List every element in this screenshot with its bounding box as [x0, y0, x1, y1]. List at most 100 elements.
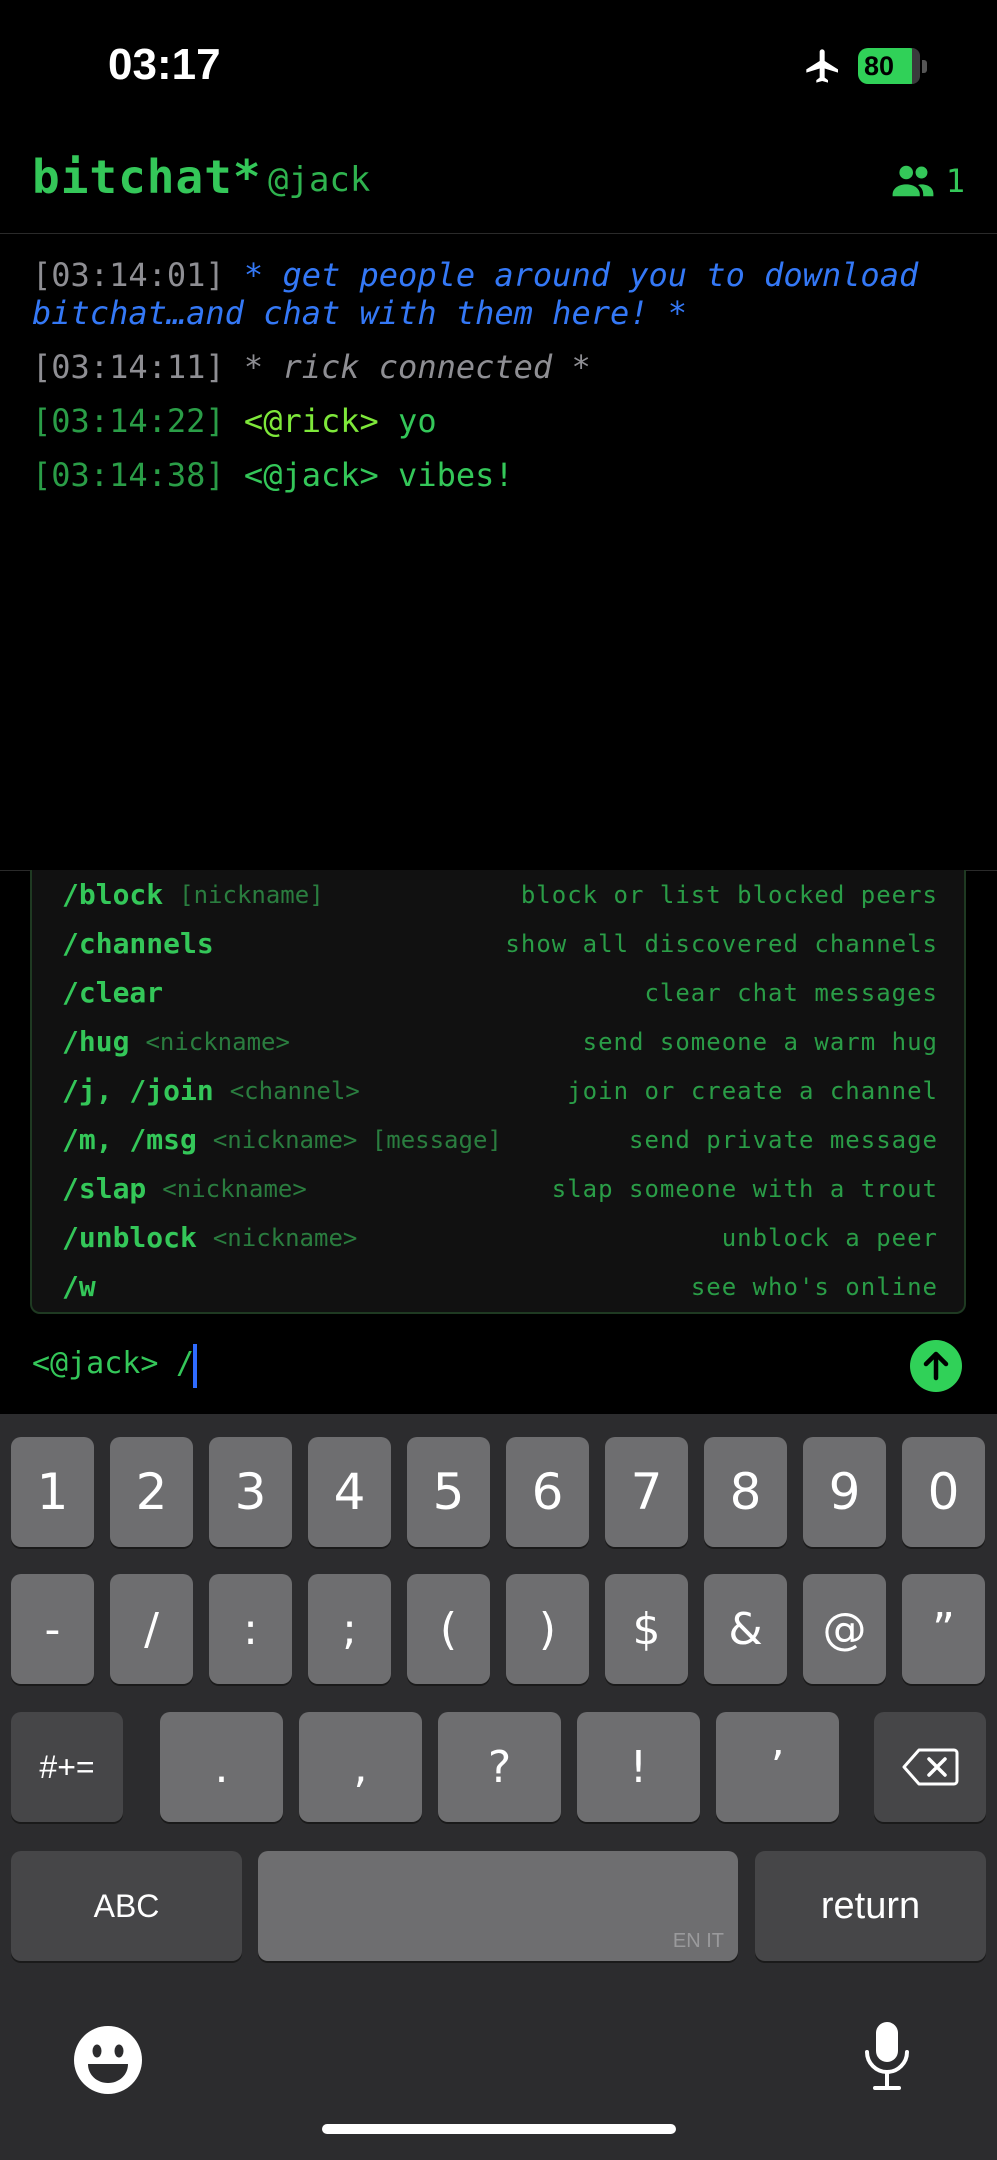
people-icon	[892, 165, 934, 197]
system-message: [03:14:11] * rick connected *	[32, 348, 962, 386]
peer-count: 1	[945, 162, 965, 200]
command-item[interactable]: /slap <nickname> slap someone with a tro…	[62, 1164, 938, 1213]
battery-level: 80	[864, 51, 895, 81]
key-question[interactable]: ?	[438, 1712, 561, 1822]
key-at[interactable]: @	[803, 1574, 886, 1684]
key-comma[interactable]: ,	[299, 1712, 422, 1822]
text-cursor	[193, 1344, 197, 1388]
command-name: /unblock	[62, 1221, 197, 1254]
command-args: <nickname>	[212, 1223, 358, 1252]
message-input[interactable]: /	[176, 1346, 194, 1381]
arrow-up-icon	[923, 1351, 949, 1381]
key-0[interactable]: 0	[902, 1437, 985, 1547]
backspace-icon	[902, 1748, 959, 1786]
key-abc[interactable]: ABC	[11, 1851, 242, 1961]
command-name: /channels	[62, 927, 214, 960]
command-item[interactable]: /hug <nickname> send someone a warm hug	[62, 1017, 938, 1066]
command-args: [nickname]	[179, 880, 324, 909]
key-exclamation[interactable]: !	[577, 1712, 700, 1822]
command-description: block or list blocked peers	[520, 880, 938, 909]
emoji-icon[interactable]	[72, 2024, 144, 2096]
key-5[interactable]: 5	[407, 1437, 490, 1547]
message-text: yo	[398, 402, 437, 440]
key-3[interactable]: 3	[209, 1437, 292, 1547]
command-item[interactable]: /m, /msg <nickname> [message] send priva…	[62, 1115, 938, 1164]
key-semicolon[interactable]: ;	[308, 1574, 391, 1684]
send-button[interactable]	[910, 1340, 962, 1392]
key-open-paren[interactable]: (	[407, 1574, 490, 1684]
command-item[interactable]: /block [nickname] block or list blocked …	[62, 870, 938, 919]
status-time: 03:17	[108, 40, 221, 89]
key-apostrophe[interactable]: ’	[716, 1712, 839, 1822]
space-key[interactable]: EN IT	[258, 1851, 738, 1961]
key-slash[interactable]: /	[110, 1574, 193, 1684]
key-2[interactable]: 2	[110, 1437, 193, 1547]
key-dollar[interactable]: $	[605, 1574, 688, 1684]
command-description: join or create a channel	[567, 1076, 938, 1105]
command-description: send private message	[629, 1125, 938, 1154]
peers-button[interactable]: 1	[892, 162, 965, 200]
command-name: /w	[62, 1270, 96, 1303]
command-name: /m, /msg	[62, 1123, 197, 1156]
command-item[interactable]: /unblock <nickname> unblock a peer	[62, 1213, 938, 1262]
key-ampersand[interactable]: &	[704, 1574, 787, 1684]
message-sender[interactable]: <@rick>	[244, 402, 379, 440]
nickname-label[interactable]: @jack	[268, 160, 370, 200]
key-4[interactable]: 4	[308, 1437, 391, 1547]
home-indicator[interactable]	[322, 2124, 676, 2134]
command-name: /slap	[62, 1172, 147, 1205]
app-title[interactable]: bitchat*	[32, 150, 262, 204]
command-item[interactable]: /channels show all discovered channels	[62, 919, 938, 968]
message-timestamp: [03:14:22]	[32, 402, 225, 440]
key-hyphen[interactable]: -	[11, 1574, 94, 1684]
key-9[interactable]: 9	[803, 1437, 886, 1547]
key-7[interactable]: 7	[605, 1437, 688, 1547]
chat-message: [03:14:22] <@rick> yo	[32, 402, 962, 440]
command-description: show all discovered channels	[505, 929, 938, 958]
key-colon[interactable]: :	[209, 1574, 292, 1684]
language-indicator: EN IT	[672, 1930, 724, 1952]
message-timestamp: [03:14:11]	[32, 348, 225, 386]
message-timestamp: [03:14:01]	[32, 256, 225, 294]
command-args: <nickname>	[162, 1174, 307, 1203]
message-input-row: <@jack> /	[0, 1320, 997, 1412]
message-text: vibes!	[398, 456, 514, 494]
message-sender[interactable]: <@jack>	[244, 456, 379, 494]
system-message: [03:14:01] * get people around you to do…	[32, 256, 962, 332]
command-description: clear chat messages	[644, 978, 938, 1007]
message-timestamp: [03:14:38]	[32, 456, 225, 494]
command-description: unblock a peer	[721, 1223, 938, 1252]
key-6[interactable]: 6	[506, 1437, 589, 1547]
key-close-paren[interactable]: )	[506, 1574, 589, 1684]
command-args: <channel>	[229, 1076, 360, 1105]
command-description: send someone a warm hug	[582, 1027, 938, 1056]
chat-header: bitchat* @jack 1	[0, 130, 997, 234]
input-prompt: <@jack>	[32, 1346, 159, 1381]
key-period[interactable]: .	[160, 1712, 283, 1822]
battery-icon: 80	[858, 48, 928, 86]
command-name: /block	[62, 878, 164, 911]
airplane-mode-icon	[806, 49, 838, 83]
key-1[interactable]: 1	[11, 1437, 94, 1547]
command-item[interactable]: /j, /join <channel> join or create a cha…	[62, 1066, 938, 1115]
microphone-icon[interactable]	[862, 2020, 912, 2092]
return-key[interactable]: return	[755, 1851, 986, 1961]
command-item[interactable]: /w see who's online	[62, 1262, 938, 1311]
keyboard: 1 2 3 4 5 6 7 8 9 0 - / : ; ( ) $ & @ ” …	[0, 1414, 997, 2160]
status-bar: 03:17 80	[0, 0, 997, 130]
command-name: /clear	[62, 976, 164, 1009]
chat-message: [03:14:38] <@jack> vibes!	[32, 456, 962, 494]
command-suggestions: /block [nickname] block or list blocked …	[30, 870, 966, 1314]
command-args: <nickname> [message]	[212, 1125, 502, 1154]
key-8[interactable]: 8	[704, 1437, 787, 1547]
delete-key[interactable]	[874, 1712, 986, 1822]
key-more-symbols[interactable]: #+=	[11, 1712, 123, 1822]
key-quote[interactable]: ”	[902, 1574, 985, 1684]
command-args: <nickname>	[145, 1027, 290, 1056]
command-name: /hug	[62, 1025, 130, 1058]
command-description: slap someone with a trout	[551, 1174, 938, 1203]
command-description: see who's online	[690, 1272, 938, 1301]
command-name: /j, /join	[62, 1074, 214, 1107]
message-list: [03:14:01] * get people around you to do…	[32, 256, 962, 510]
command-item[interactable]: /clear clear chat messages	[62, 968, 938, 1017]
